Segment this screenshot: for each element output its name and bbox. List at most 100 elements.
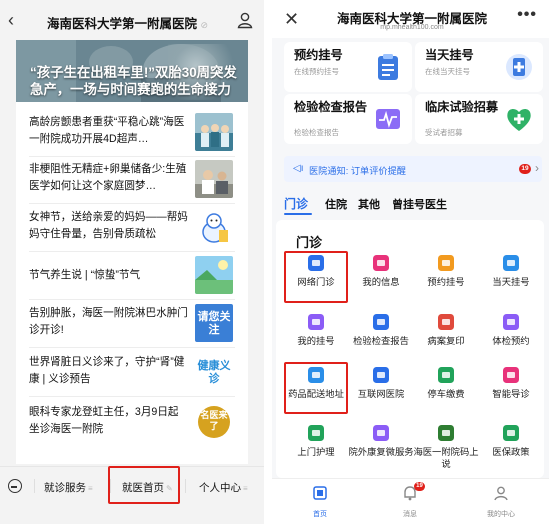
chevron-right-icon: › (535, 161, 539, 175)
calendar-clock-icon (438, 255, 454, 271)
news-title: 节气养生说 | “惊蛰”节气 (29, 269, 141, 281)
ticket-check-icon (308, 314, 324, 330)
news-thumbnail (195, 256, 233, 294)
service-label: 病案复印 (427, 336, 465, 346)
parking-icon (438, 367, 454, 383)
news-title: 告别肿胀，海医一附院淋巴水肿门诊开诊! (29, 307, 188, 336)
notice-badge: 19 (519, 164, 531, 174)
service-item[interactable]: 检验检查报告 (348, 312, 414, 364)
news-thumbnail (195, 113, 233, 151)
news-title: 眼科专家龙登虹主任，3月9日起坐诊海医一附院 (29, 406, 179, 435)
news-thumbnail (195, 160, 233, 198)
news-title: 高龄房颤患者重获“平稳心跳”海医一附院成功开展4D超声… (29, 116, 185, 145)
tab-consult-services[interactable]: 就诊服务 ≡ (44, 480, 93, 495)
service-label: 院外康复微服务 (348, 447, 414, 457)
rehab-icon (373, 425, 389, 441)
active-tab-indicator (284, 213, 312, 215)
divider (29, 203, 235, 204)
service-label: 智能导诊 (492, 389, 530, 399)
more-button[interactable]: ••• (517, 6, 537, 24)
news-thumbnail: 请您关注 (195, 304, 233, 342)
keyboard-icon[interactable] (8, 479, 22, 493)
tab-outpatient[interactable]: 门诊 (284, 195, 308, 212)
notice-bar[interactable]: ◁ı 医院通知: 订单评价提醒 19 › (284, 156, 542, 182)
clipboard-icon (378, 54, 398, 80)
news-title: 女神节，送给亲爱的妈妈——帮妈妈守住骨量，告别骨质疏松 (29, 211, 188, 240)
page-title: 海南医科大学第一附属医院 ⊘ (46, 17, 209, 31)
tab-inpatient[interactable]: 住院 (325, 196, 347, 212)
news-item[interactable]: 告别肿胀，海医一附院淋巴水肿门诊开诊! 请您关注 (16, 301, 248, 348)
message-badge: 19 (414, 482, 425, 491)
screen-divider (264, 0, 272, 524)
policy-doc-icon (503, 425, 519, 441)
hospital-plus-icon (373, 367, 389, 383)
menu-icon: ≡ (88, 484, 93, 493)
bottom-tabbar: 首页 19 消息 我的中心 (272, 478, 549, 524)
article-list-panel: “孩子生在出租车里!”双胎30周突发急产，一场与时间赛跑的生命接力 高龄房颤患者… (16, 40, 248, 464)
service-label: 停车缴费 (427, 389, 465, 399)
tab-other[interactable]: 其他 (358, 196, 380, 212)
service-item[interactable]: 当天挂号 (478, 253, 544, 305)
service-item[interactable]: 海医一附院码上说 (413, 423, 479, 475)
notice-text: 医院通知: 订单评价提醒 (309, 166, 406, 176)
tab-messages[interactable]: 19 消息 (380, 482, 440, 519)
hero-banner[interactable]: “孩子生在出租车里!”双胎30周突发急产，一场与时间赛跑的生命接力 (16, 40, 248, 102)
news-title: 非梗阻性无精症+卵巢储备少:生殖医学如何让这个家庭圆梦… (29, 163, 187, 192)
user-icon[interactable] (236, 11, 254, 29)
service-label: 检验检查报告 (353, 336, 409, 346)
service-label: 当天挂号 (492, 277, 530, 287)
news-item[interactable]: 节气养生说 | “惊蛰”节气 (16, 253, 248, 300)
tab-previous-doctors[interactable]: 曾挂号医生 (392, 196, 447, 212)
left-phone-screen: ‹ 海南医科大学第一附属医院 ⊘ “孩子生在出租车里!”双胎30周突发急产，一场… (0, 0, 264, 524)
medical-cross-icon (373, 314, 389, 330)
divider (29, 396, 235, 397)
navigation-icon (503, 367, 519, 383)
service-item[interactable]: 互联网医院 (348, 365, 414, 417)
service-label: 我的挂号 (297, 336, 335, 346)
card-appointment[interactable]: 预约挂号 在线预约挂号 (284, 42, 412, 92)
home-icon (313, 486, 327, 500)
tab-personal-center[interactable]: 个人中心 ≡ (199, 480, 248, 495)
close-button[interactable]: ✕ (284, 10, 299, 28)
service-label: 我的信息 (362, 277, 400, 287)
medical-cross-icon (506, 54, 532, 80)
highlight-box (284, 251, 348, 303)
section-title: 门诊 (296, 235, 323, 250)
news-item[interactable]: 眼科专家龙登虹主任，3月9日起坐诊海医一附院 名医来了 (16, 400, 248, 447)
tab-home[interactable]: 首页 (290, 485, 350, 519)
right-phone-screen: ✕ 海南医科大学第一附属医院 mp.mhealth100.com ••• 预约挂… (272, 0, 549, 524)
back-button[interactable]: ‹ (8, 10, 14, 31)
service-label: 预约挂号 (427, 277, 465, 287)
service-label: 互联网医院 (357, 389, 405, 399)
news-thumbnail (195, 208, 233, 246)
page-url: mp.mhealth100.com (380, 24, 444, 31)
right-navbar: ✕ 海南医科大学第一附属医院 mp.mhealth100.com ••• (272, 0, 549, 38)
left-navbar: ‹ 海南医科大学第一附属医院 ⊘ (0, 0, 264, 40)
news-item[interactable]: 女神节，送给亲爱的妈妈——帮妈妈守住骨量，告别骨质疏松 (16, 205, 248, 252)
service-item[interactable]: 我的挂号 (283, 312, 349, 364)
service-item[interactable]: 智能导诊 (478, 365, 544, 417)
calendar-icon (503, 255, 519, 271)
service-item[interactable]: 停车缴费 (413, 365, 479, 417)
service-item[interactable]: 病案复印 (413, 312, 479, 364)
emblem-icon (438, 425, 454, 441)
card-lab-report[interactable]: 检验检查报告 检验检查报告 (284, 94, 412, 144)
service-label: 海医一附院码上说 (413, 447, 479, 469)
card-same-day[interactable]: 当天挂号 在线当天挂号 (415, 42, 543, 92)
news-item[interactable]: 非梗阻性无精症+卵巢储备少:生殖医学如何让这个家庭圆梦… (16, 157, 248, 204)
tab-my-center[interactable]: 我的中心 (471, 485, 531, 519)
service-item[interactable]: 体检预约 (478, 312, 544, 364)
divider (29, 347, 235, 348)
service-item[interactable]: 上门护理 (283, 423, 349, 475)
checkup-icon (503, 314, 519, 330)
service-item[interactable]: 我的信息 (348, 253, 414, 305)
pulse-chart-icon (376, 109, 400, 129)
card-clinical-trial[interactable]: 临床试验招募 受试者招募 (415, 94, 543, 144)
news-item[interactable]: 世界肾脏日义诊来了，守护“肾”健康 | 义诊预告 健康义诊 (16, 350, 248, 397)
service-item[interactable]: 院外康复微服务 (348, 423, 414, 475)
news-title: 世界肾脏日义诊来了，守护“肾”健康 | 义诊预告 (29, 356, 185, 385)
news-item[interactable]: 高龄房颤患者重获“平稳心跳”海医一附院成功开展4D超声… (16, 110, 248, 157)
user-icon (494, 486, 508, 501)
service-item[interactable]: 医保政策 (478, 423, 544, 475)
service-item[interactable]: 预约挂号 (413, 253, 479, 305)
